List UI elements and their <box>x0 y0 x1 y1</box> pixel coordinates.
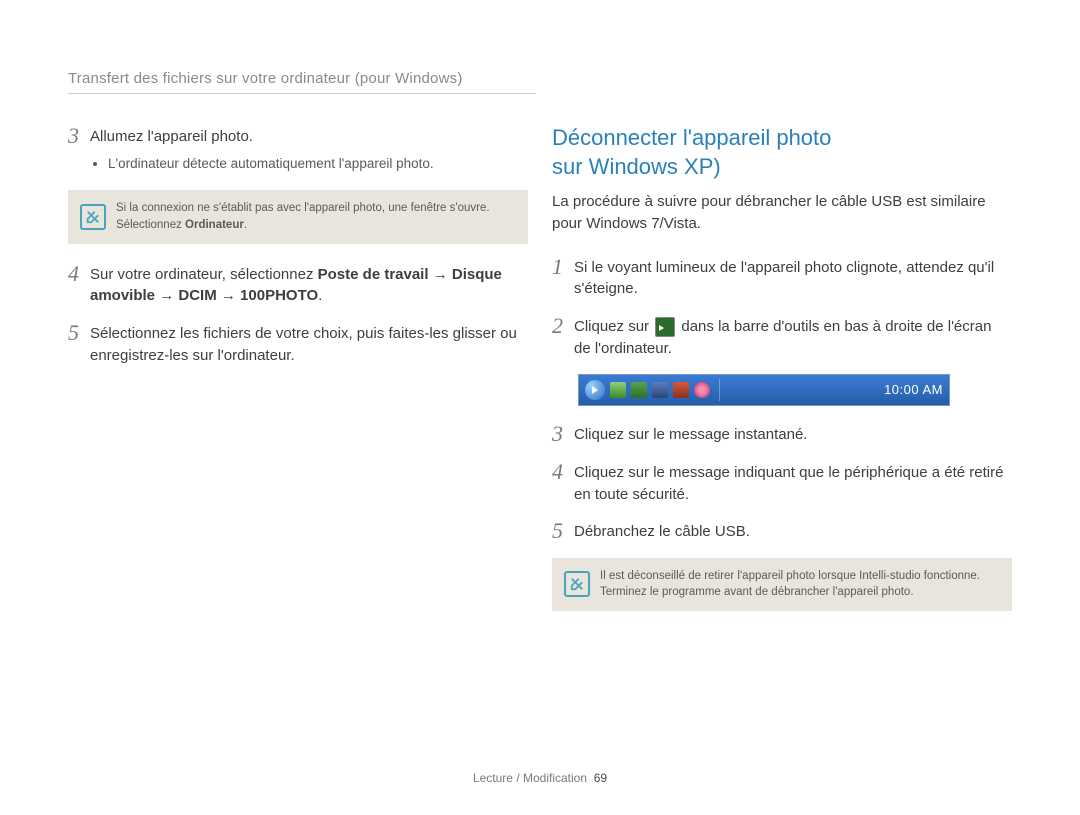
content-columns: 3 Allumez l'appareil photo. L'ordinateur… <box>68 124 1012 629</box>
left-note: Si la connexion ne s'établit pas avec l'… <box>68 190 528 243</box>
tray-icon-shield <box>610 382 626 398</box>
step-sublist: L'ordinateur détecte automatiquement l'a… <box>90 154 434 174</box>
step2-pre: Cliquez sur <box>574 318 653 335</box>
right-step-5: 5 Débranchez le câble USB. <box>552 519 1012 543</box>
step-body: Allumez l'appareil photo. L'ordinateur d… <box>90 124 434 176</box>
step4-arrow1: → <box>429 266 452 283</box>
section-title-line1: Déconnecter l'appareil photo <box>552 125 831 150</box>
page-footer: Lecture / Modification 69 <box>0 771 1080 785</box>
step-text: Allumez l'appareil photo. <box>90 128 253 145</box>
note-line-bold: Ordinateur <box>185 219 244 231</box>
step-body: Sur votre ordinateur, sélectionnez Poste… <box>90 262 528 308</box>
step-body: Débranchez le câble USB. <box>574 519 750 543</box>
note-line-pre: Sélectionnez <box>116 219 185 231</box>
step-body: Sélectionnez les fichiers de votre choix… <box>90 321 528 367</box>
step4-arrow3: → <box>217 287 240 304</box>
step-number: 4 <box>68 262 90 286</box>
left-column: 3 Allumez l'appareil photo. L'ordinateur… <box>68 124 528 629</box>
footer-page-number: 69 <box>594 771 607 785</box>
footer-section: Lecture / Modification <box>473 771 587 785</box>
step-number: 5 <box>68 321 90 345</box>
note-line: Il est déconseillé de retirer l'appareil… <box>600 570 980 582</box>
step-body: Si le voyant lumineux de l'appareil phot… <box>574 255 1012 301</box>
right-step-1: 1 Si le voyant lumineux de l'appareil ph… <box>552 255 1012 301</box>
note-line: Terminez le programme avant de débranche… <box>600 586 914 598</box>
page: Transfert des fichiers sur votre ordinat… <box>0 0 1080 815</box>
right-step-4: 4 Cliquez sur le message indiquant que l… <box>552 460 1012 506</box>
tray-icon-safely-remove <box>631 382 647 398</box>
taskbar-clock: 10:00 AM <box>884 382 943 397</box>
note-line-post: . <box>244 219 247 231</box>
windows-taskbar-tray: 10:00 AM <box>578 374 950 406</box>
step-number: 5 <box>552 519 574 543</box>
tray-separator <box>719 379 720 401</box>
note-text: Si la connexion ne s'établit pas avec l'… <box>116 200 490 233</box>
right-step-3: 3 Cliquez sur le message instantané. <box>552 422 1012 446</box>
note-icon <box>564 571 590 597</box>
step-body: Cliquez sur le message instantané. <box>574 422 807 446</box>
section-intro: La procédure à suivre pour débrancher le… <box>552 191 1012 235</box>
step4-arrow2: → <box>155 287 178 304</box>
step-body: Cliquez sur le message indiquant que le … <box>574 460 1012 506</box>
right-column: Déconnecter l'appareil photo sur Windows… <box>552 124 1012 629</box>
left-step-4: 4 Sur votre ordinateur, sélectionnez Pos… <box>68 262 528 308</box>
page-header: Transfert des fichiers sur votre ordinat… <box>68 70 536 94</box>
safely-remove-hardware-icon <box>655 317 675 337</box>
step-number: 3 <box>552 422 574 446</box>
note-line: Si la connexion ne s'établit pas avec l'… <box>116 202 490 214</box>
step-body: Cliquez sur dans la barre d'outils en ba… <box>574 314 1012 360</box>
tray-icon-network <box>652 382 668 398</box>
step-number: 4 <box>552 460 574 484</box>
step4-end: . <box>318 287 322 304</box>
tray-icon-app <box>694 382 710 398</box>
tray-icon-volume <box>673 382 689 398</box>
step4-part1: Sur votre ordinateur, sélectionnez <box>90 266 318 283</box>
tray-expand-icon <box>585 380 605 400</box>
right-note: Il est déconseillé de retirer l'appareil… <box>552 558 1012 611</box>
step-number: 2 <box>552 314 574 338</box>
left-step-3: 3 Allumez l'appareil photo. L'ordinateur… <box>68 124 528 176</box>
note-text: Il est déconseillé de retirer l'appareil… <box>600 568 980 601</box>
step4-bold1: Poste de travail <box>318 266 429 283</box>
step4-bold3: DCIM <box>178 287 216 304</box>
section-title-line2: sur Windows XP) <box>552 154 721 179</box>
right-step-2: 2 Cliquez sur dans la barre d'outils en … <box>552 314 1012 360</box>
note-icon <box>80 204 106 230</box>
step-number: 3 <box>68 124 90 148</box>
step-sublist-item: L'ordinateur détecte automatiquement l'a… <box>108 154 434 174</box>
left-step-5: 5 Sélectionnez les fichiers de votre cho… <box>68 321 528 367</box>
step4-bold4: 100PHOTO <box>240 287 318 304</box>
step-number: 1 <box>552 255 574 279</box>
section-title: Déconnecter l'appareil photo sur Windows… <box>552 124 1012 181</box>
